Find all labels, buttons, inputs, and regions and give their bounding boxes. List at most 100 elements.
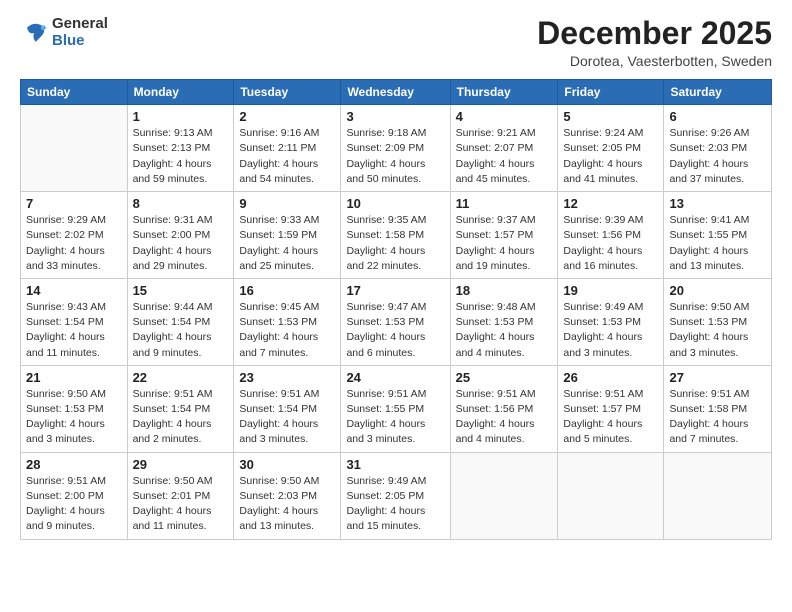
calendar-table: Sunday Monday Tuesday Wednesday Thursday… xyxy=(20,79,772,539)
day-cell: 30Sunrise: 9:50 AMSunset: 2:03 PMDayligh… xyxy=(234,452,341,539)
logo: General Blue xyxy=(20,16,108,49)
day-cell: 8Sunrise: 9:31 AMSunset: 2:00 PMDaylight… xyxy=(127,192,234,279)
day-info: Sunrise: 9:44 AMSunset: 1:54 PMDaylight:… xyxy=(133,300,229,361)
day-number: 29 xyxy=(133,457,229,472)
day-info: Sunrise: 9:50 AMSunset: 2:03 PMDaylight:… xyxy=(239,474,335,535)
col-sunday: Sunday xyxy=(21,80,128,105)
day-info: Sunrise: 9:24 AMSunset: 2:05 PMDaylight:… xyxy=(563,126,658,187)
day-cell: 31 Sunrise: 9:49 AMSunset: 2:05 PMDayligh… xyxy=(341,452,450,539)
day-cell: 1 Sunrise: 9:13 AMSunset: 2:13 PMDaylight… xyxy=(127,105,234,192)
week-row-4: 21 Sunrise: 9:50 AMSunset: 1:53 PMDayligh… xyxy=(21,365,772,452)
day-info: Sunrise: 9:50 AMSunset: 1:53 PMDaylight:… xyxy=(26,387,122,448)
day-info: Sunrise: 9:37 AMSunset: 1:57 PMDaylight:… xyxy=(456,213,553,274)
day-number: 31 xyxy=(346,457,444,472)
day-number: 16 xyxy=(239,283,335,298)
day-cell: 6Sunrise: 9:26 AMSunset: 2:03 PMDaylight… xyxy=(664,105,772,192)
day-cell: 26Sunrise: 9:51 AMSunset: 1:57 PMDayligh… xyxy=(558,365,664,452)
day-cell: 29 Sunrise: 9:50 AMSunset: 2:01 PMDayligh… xyxy=(127,452,234,539)
day-number: 19 xyxy=(563,283,658,298)
col-monday: Monday xyxy=(127,80,234,105)
day-info: Sunrise: 9:49 AMSunset: 2:05 PMDaylight:… xyxy=(346,474,444,535)
day-number: 17 xyxy=(346,283,444,298)
day-number: 7 xyxy=(26,196,122,211)
day-number: 27 xyxy=(669,370,766,385)
week-row-2: 7Sunrise: 9:29 AMSunset: 2:02 PMDaylight… xyxy=(21,192,772,279)
day-cell: 10Sunrise: 9:35 AMSunset: 1:58 PMDayligh… xyxy=(341,192,450,279)
day-info: Sunrise: 9:51 AMSunset: 1:54 PMDaylight:… xyxy=(133,387,229,448)
day-info: Sunrise: 9:45 AMSunset: 1:53 PMDaylight:… xyxy=(239,300,335,361)
day-number: 12 xyxy=(563,196,658,211)
col-wednesday: Wednesday xyxy=(341,80,450,105)
day-number: 2 xyxy=(239,109,335,124)
day-info: Sunrise: 9:49 AMSunset: 1:53 PMDaylight:… xyxy=(563,300,658,361)
day-cell: 11 Sunrise: 9:37 AMSunset: 1:57 PMDayligh… xyxy=(450,192,558,279)
day-cell: 28 Sunrise: 9:51 AMSunset: 2:00 PMDayligh… xyxy=(21,452,128,539)
day-info: Sunrise: 9:51 AMSunset: 1:56 PMDaylight:… xyxy=(456,387,553,448)
day-info: Sunrise: 9:35 AMSunset: 1:58 PMDaylight:… xyxy=(346,213,444,274)
week-row-1: 1 Sunrise: 9:13 AMSunset: 2:13 PMDaylight… xyxy=(21,105,772,192)
day-number: 9 xyxy=(239,196,335,211)
logo-general: General xyxy=(52,16,108,33)
calendar-body: 1 Sunrise: 9:13 AMSunset: 2:13 PMDaylight… xyxy=(21,105,772,539)
page: General Blue December 2025 Dorotea, Vaes… xyxy=(0,0,792,612)
col-tuesday: Tuesday xyxy=(234,80,341,105)
day-info: Sunrise: 9:51 AMSunset: 1:57 PMDaylight:… xyxy=(563,387,658,448)
day-number: 15 xyxy=(133,283,229,298)
day-number: 1 xyxy=(133,109,229,124)
calendar-title: December 2025 xyxy=(537,16,772,51)
day-cell xyxy=(558,452,664,539)
day-info: Sunrise: 9:51 AMSunset: 1:58 PMDaylight:… xyxy=(669,387,766,448)
day-info: Sunrise: 9:51 AMSunset: 2:00 PMDaylight:… xyxy=(26,474,122,535)
day-cell: 2Sunrise: 9:16 AMSunset: 2:11 PMDaylight… xyxy=(234,105,341,192)
day-info: Sunrise: 9:21 AMSunset: 2:07 PMDaylight:… xyxy=(456,126,553,187)
day-number: 28 xyxy=(26,457,122,472)
day-info: Sunrise: 9:47 AMSunset: 1:53 PMDaylight:… xyxy=(346,300,444,361)
logo-blue: Blue xyxy=(52,33,108,50)
day-info: Sunrise: 9:18 AMSunset: 2:09 PMDaylight:… xyxy=(346,126,444,187)
day-cell: 19 Sunrise: 9:49 AMSunset: 1:53 PMDayligh… xyxy=(558,278,664,365)
logo-icon xyxy=(20,19,48,47)
day-info: Sunrise: 9:33 AMSunset: 1:59 PMDaylight:… xyxy=(239,213,335,274)
day-info: Sunrise: 9:43 AMSunset: 1:54 PMDaylight:… xyxy=(26,300,122,361)
day-number: 13 xyxy=(669,196,766,211)
day-number: 14 xyxy=(26,283,122,298)
day-number: 18 xyxy=(456,283,553,298)
calendar-subtitle: Dorotea, Vaesterbotten, Sweden xyxy=(537,53,772,69)
day-cell: 16 Sunrise: 9:45 AMSunset: 1:53 PMDayligh… xyxy=(234,278,341,365)
day-number: 5 xyxy=(563,109,658,124)
day-info: Sunrise: 9:48 AMSunset: 1:53 PMDaylight:… xyxy=(456,300,553,361)
header: General Blue December 2025 Dorotea, Vaes… xyxy=(20,16,772,69)
week-row-5: 28 Sunrise: 9:51 AMSunset: 2:00 PMDayligh… xyxy=(21,452,772,539)
day-info: Sunrise: 9:39 AMSunset: 1:56 PMDaylight:… xyxy=(563,213,658,274)
week-row-3: 14 Sunrise: 9:43 AMSunset: 1:54 PMDayligh… xyxy=(21,278,772,365)
day-cell: 15 Sunrise: 9:44 AMSunset: 1:54 PMDayligh… xyxy=(127,278,234,365)
day-number: 21 xyxy=(26,370,122,385)
day-number: 22 xyxy=(133,370,229,385)
day-cell: 25 Sunrise: 9:51 AMSunset: 1:56 PMDayligh… xyxy=(450,365,558,452)
day-info: Sunrise: 9:31 AMSunset: 2:00 PMDaylight:… xyxy=(133,213,229,274)
day-cell: 17 Sunrise: 9:47 AMSunset: 1:53 PMDayligh… xyxy=(341,278,450,365)
day-cell: 7Sunrise: 9:29 AMSunset: 2:02 PMDaylight… xyxy=(21,192,128,279)
day-cell xyxy=(450,452,558,539)
day-number: 24 xyxy=(346,370,444,385)
day-cell: 3 Sunrise: 9:18 AMSunset: 2:09 PMDaylight… xyxy=(341,105,450,192)
day-cell: 12 Sunrise: 9:39 AMSunset: 1:56 PMDayligh… xyxy=(558,192,664,279)
day-cell: 9 Sunrise: 9:33 AMSunset: 1:59 PMDaylight… xyxy=(234,192,341,279)
col-thursday: Thursday xyxy=(450,80,558,105)
day-cell: 4 Sunrise: 9:21 AMSunset: 2:07 PMDaylight… xyxy=(450,105,558,192)
calendar-header: Sunday Monday Tuesday Wednesday Thursday… xyxy=(21,80,772,105)
day-info: Sunrise: 9:50 AMSunset: 2:01 PMDaylight:… xyxy=(133,474,229,535)
day-number: 20 xyxy=(669,283,766,298)
col-friday: Friday xyxy=(558,80,664,105)
day-info: Sunrise: 9:13 AMSunset: 2:13 PMDaylight:… xyxy=(133,126,229,187)
day-cell: 27 Sunrise: 9:51 AMSunset: 1:58 PMDayligh… xyxy=(664,365,772,452)
day-info: Sunrise: 9:41 AMSunset: 1:55 PMDaylight:… xyxy=(669,213,766,274)
header-row: Sunday Monday Tuesday Wednesday Thursday… xyxy=(21,80,772,105)
day-number: 23 xyxy=(239,370,335,385)
day-number: 3 xyxy=(346,109,444,124)
day-info: Sunrise: 9:51 AMSunset: 1:55 PMDaylight:… xyxy=(346,387,444,448)
day-number: 4 xyxy=(456,109,553,124)
day-number: 25 xyxy=(456,370,553,385)
day-number: 11 xyxy=(456,196,553,211)
day-number: 6 xyxy=(669,109,766,124)
